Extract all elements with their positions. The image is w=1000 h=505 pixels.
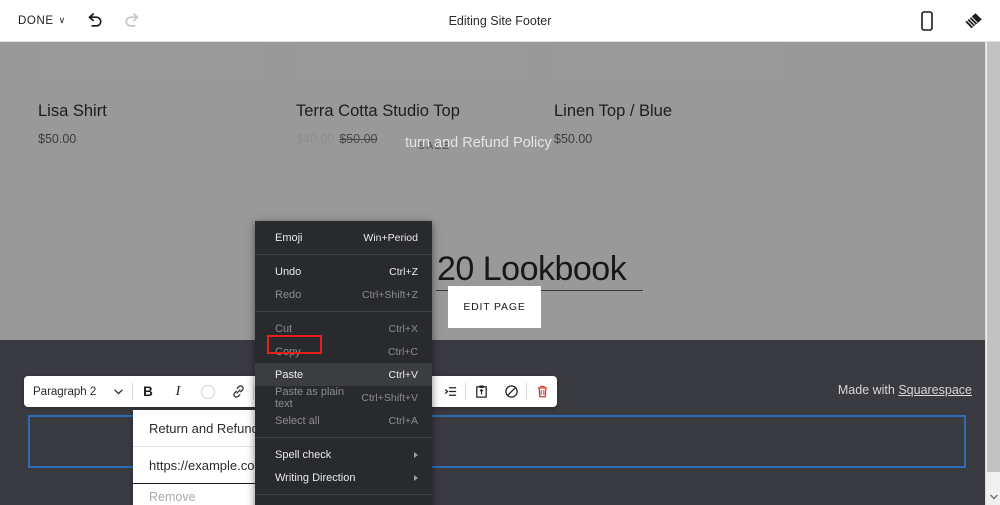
product-title: Lisa Shirt <box>38 102 107 120</box>
product-image <box>296 42 524 82</box>
context-menu-accelerator: Ctrl+X <box>388 322 418 335</box>
redo-arrow-icon <box>125 13 139 27</box>
context-menu-item-undo[interactable]: Undo Ctrl+Z <box>255 260 432 283</box>
link-url-value: https://example.com <box>149 457 266 473</box>
footer-link-text[interactable]: turn and Refund Policy <box>405 135 552 151</box>
context-menu-item-emoji[interactable]: Emoji Win+Period <box>255 226 432 249</box>
paragraph-style-select[interactable]: Paragraph 2 <box>24 376 132 407</box>
context-menu-accelerator: Ctrl+V <box>388 368 418 381</box>
delete-button[interactable] <box>527 376 557 407</box>
context-menu-separator <box>255 254 432 255</box>
product-card[interactable]: Linen Top / Blue $50.00 <box>554 42 782 147</box>
context-menu-accelerator: Ctrl+Z <box>389 265 418 278</box>
context-menu-item-cut: Cut Ctrl+X <box>255 317 432 340</box>
page-title: Editing Site Footer <box>448 13 552 28</box>
chevron-down-icon <box>989 494 998 500</box>
bold-button[interactable]: B <box>133 376 163 407</box>
context-menu-label: Writing Direction <box>275 471 356 484</box>
paragraph-style-value: Paragraph 2 <box>33 385 97 398</box>
squarespace-link[interactable]: Squarespace <box>898 383 972 397</box>
submenu-arrow-icon <box>414 474 418 481</box>
app-root: Lisa Shirt $50.00 Terra Cotta Studio Top… <box>0 0 1000 505</box>
context-menu-label: Spell check <box>275 448 332 461</box>
context-menu-label: Select all <box>275 414 320 427</box>
submenu-arrow-icon <box>414 451 418 458</box>
product-price-value: $50.00 <box>554 132 593 146</box>
page-scrollbar[interactable] <box>985 42 1000 505</box>
text-color-button[interactable] <box>193 376 223 407</box>
product-title: Linen Top / Blue <box>554 102 673 120</box>
toolbar-divider <box>253 383 254 400</box>
trash-icon <box>537 385 547 398</box>
link-button[interactable] <box>223 376 253 407</box>
clipboard-paste-icon <box>475 385 487 398</box>
scrollbar-down-arrow[interactable] <box>986 489 1000 505</box>
context-menu-label: Redo <box>275 288 302 301</box>
indent-icon <box>444 387 456 396</box>
undo-arrow-icon <box>88 13 102 27</box>
context-menu-label: Copy <box>275 345 301 358</box>
context-menu-item-select-all: Select all Ctrl+A <box>255 409 432 432</box>
product-grid: Lisa Shirt $50.00 Terra Cotta Studio Top… <box>38 42 958 147</box>
italic-button[interactable]: I <box>163 376 193 407</box>
chevron-down-icon <box>114 388 123 394</box>
context-menu-label: Undo <box>275 265 302 278</box>
context-menu-item-writing-direction[interactable]: Writing Direction <box>255 466 432 489</box>
done-button[interactable]: DONE ∨ <box>18 15 66 27</box>
remove-link-button[interactable]: Remove <box>149 490 196 504</box>
paintbrush-icon <box>965 13 982 29</box>
context-menu-label: Paste <box>275 368 304 381</box>
context-menu-item-redo: Redo Ctrl+Shift+Z <box>255 283 432 306</box>
context-menu-item-paste-plain-text: Paste as plain text Ctrl+Shift+V <box>255 385 432 410</box>
product-original-price: $50.00 <box>339 132 378 146</box>
scrollbar-thumb[interactable] <box>987 42 1000 472</box>
redo-button <box>120 8 146 34</box>
text-color-circle-icon <box>201 384 215 399</box>
editor-top-bar: DONE ∨ Editing Site Footer <box>0 0 1000 42</box>
made-with-prefix: Made with <box>837 383 899 397</box>
product-image <box>554 42 782 82</box>
link-icon <box>232 385 244 398</box>
top-bar-actions <box>914 0 986 42</box>
site-styles-button[interactable] <box>960 8 986 34</box>
product-price-value: $40.00 <box>296 132 335 146</box>
edit-page-button[interactable]: EDIT PAGE <box>448 286 541 328</box>
lookbook-heading: 20 Lookbook <box>437 250 627 288</box>
context-menu-label: Cut <box>275 322 293 335</box>
mobile-preview-button[interactable] <box>914 8 940 34</box>
context-menu-label: Emoji <box>275 231 303 244</box>
context-menu-separator <box>255 311 432 312</box>
chevron-down-icon: ∨ <box>58 15 66 25</box>
context-menu-item-spell-check[interactable]: Spell check <box>255 443 432 466</box>
indent-button[interactable] <box>435 376 465 407</box>
context-menu-label: Paste as plain text <box>275 385 345 410</box>
context-menu-accelerator: Win+Period <box>363 231 418 244</box>
undo-button[interactable] <box>82 8 108 34</box>
context-menu-item-paste[interactable]: Paste Ctrl+V <box>255 363 432 386</box>
clipboard-paste-button[interactable] <box>466 376 496 407</box>
made-with-credit: Made with Squarespace <box>838 383 972 397</box>
context-menu-separator <box>255 494 432 495</box>
product-price: $50.00 <box>554 132 782 146</box>
browser-context-menu: Emoji Win+Period Undo Ctrl+Z Redo Ctrl+S… <box>255 221 432 505</box>
clear-formatting-icon <box>504 385 518 398</box>
context-menu-separator <box>255 437 432 438</box>
context-menu-item-copy: Copy Ctrl+C <box>255 340 432 363</box>
clear-formatting-button[interactable] <box>496 376 526 407</box>
product-price-value: $50.00 <box>38 132 77 146</box>
product-price: $50.00 <box>38 132 266 146</box>
mobile-device-icon <box>921 11 933 31</box>
product-card[interactable]: Lisa Shirt $50.00 <box>38 42 266 147</box>
context-menu-item-inspect[interactable]: Inspect <box>255 500 432 505</box>
done-label: DONE <box>18 14 54 27</box>
context-menu-accelerator: Ctrl+C <box>387 345 418 358</box>
product-title: Terra Cotta Studio Top <box>296 102 460 120</box>
product-image <box>38 42 266 82</box>
context-menu-accelerator: Ctrl+Shift+Z <box>361 288 418 301</box>
link-title-value: Return and Refund P <box>149 420 272 436</box>
product-card[interactable]: Terra Cotta Studio Top $40.00 $50.00 <box>296 42 524 147</box>
context-menu-accelerator: Ctrl+Shift+V <box>361 391 418 404</box>
context-menu-accelerator: Ctrl+A <box>388 414 418 427</box>
